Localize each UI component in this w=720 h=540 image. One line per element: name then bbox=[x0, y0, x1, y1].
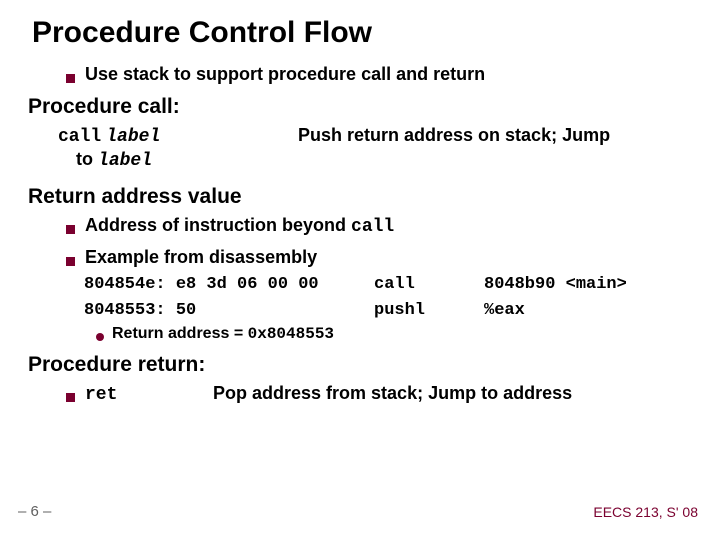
section-proc-return: Procedure return: bbox=[28, 353, 692, 377]
disasm-arg: 8048b90 <main> bbox=[484, 272, 692, 298]
disasm-row: 8048553: 50 pushl %eax bbox=[84, 298, 692, 324]
return-addr-text: Return address = 0x8048553 bbox=[112, 325, 334, 343]
addr-pre: Address of instruction beyond bbox=[85, 215, 351, 235]
circle-bullet-icon bbox=[96, 333, 104, 341]
ra-pre: Return address = bbox=[112, 325, 248, 342]
disasm-op: pushl bbox=[374, 298, 484, 324]
disasm-row: 804854e: e8 3d 06 00 00 call 8048b90 <ma… bbox=[84, 272, 692, 298]
square-bullet-icon bbox=[66, 74, 75, 83]
ret-keyword: ret bbox=[85, 385, 213, 405]
call-keyword: call bbox=[58, 127, 101, 147]
section-proc-call: Procedure call: bbox=[28, 95, 692, 119]
ret-line: ret Pop address from stack; Jump to addr… bbox=[66, 383, 692, 405]
disasm-arg: %eax bbox=[484, 298, 692, 324]
call-desc: Push return address on stack; Jump bbox=[298, 125, 610, 146]
disasm-bytes: 804854e: e8 3d 06 00 00 bbox=[84, 272, 374, 298]
bullet-text: Address of instruction beyond call bbox=[85, 215, 394, 237]
square-bullet-icon bbox=[66, 257, 75, 266]
ret-desc: Pop address from stack; Jump to address bbox=[213, 383, 572, 404]
bullet-text: Use stack to support procedure call and … bbox=[85, 64, 485, 85]
square-bullet-icon bbox=[66, 225, 75, 234]
bullet-example: Example from disassembly bbox=[66, 247, 692, 268]
square-bullet-icon bbox=[66, 393, 75, 402]
course-id: EECS 213, S' 08 bbox=[593, 504, 698, 520]
call-to-label: to label bbox=[76, 147, 692, 173]
page-number: – 6 – bbox=[18, 503, 51, 520]
disasm-op: call bbox=[374, 272, 484, 298]
page-title: Procedure Control Flow bbox=[32, 16, 692, 50]
label-keyword-2: label bbox=[98, 151, 152, 171]
label-keyword: label bbox=[106, 127, 160, 147]
addr-code: call bbox=[351, 217, 394, 237]
call-label-line: call label Push return address on stack;… bbox=[58, 125, 692, 147]
disasm-bytes: 8048553: 50 bbox=[84, 298, 374, 324]
bullet-addr-beyond: Address of instruction beyond call bbox=[66, 215, 692, 237]
ra-val: 0x8048553 bbox=[248, 325, 334, 343]
to-keyword: to bbox=[76, 149, 93, 169]
return-addr-annotation: Return address = 0x8048553 bbox=[96, 325, 692, 343]
section-return-addr: Return address value bbox=[28, 185, 692, 209]
call-syntax: call label bbox=[58, 125, 298, 147]
bullet-use-stack: Use stack to support procedure call and … bbox=[66, 64, 692, 85]
bullet-text: Example from disassembly bbox=[85, 247, 317, 268]
slide: Procedure Control Flow Use stack to supp… bbox=[0, 0, 720, 540]
